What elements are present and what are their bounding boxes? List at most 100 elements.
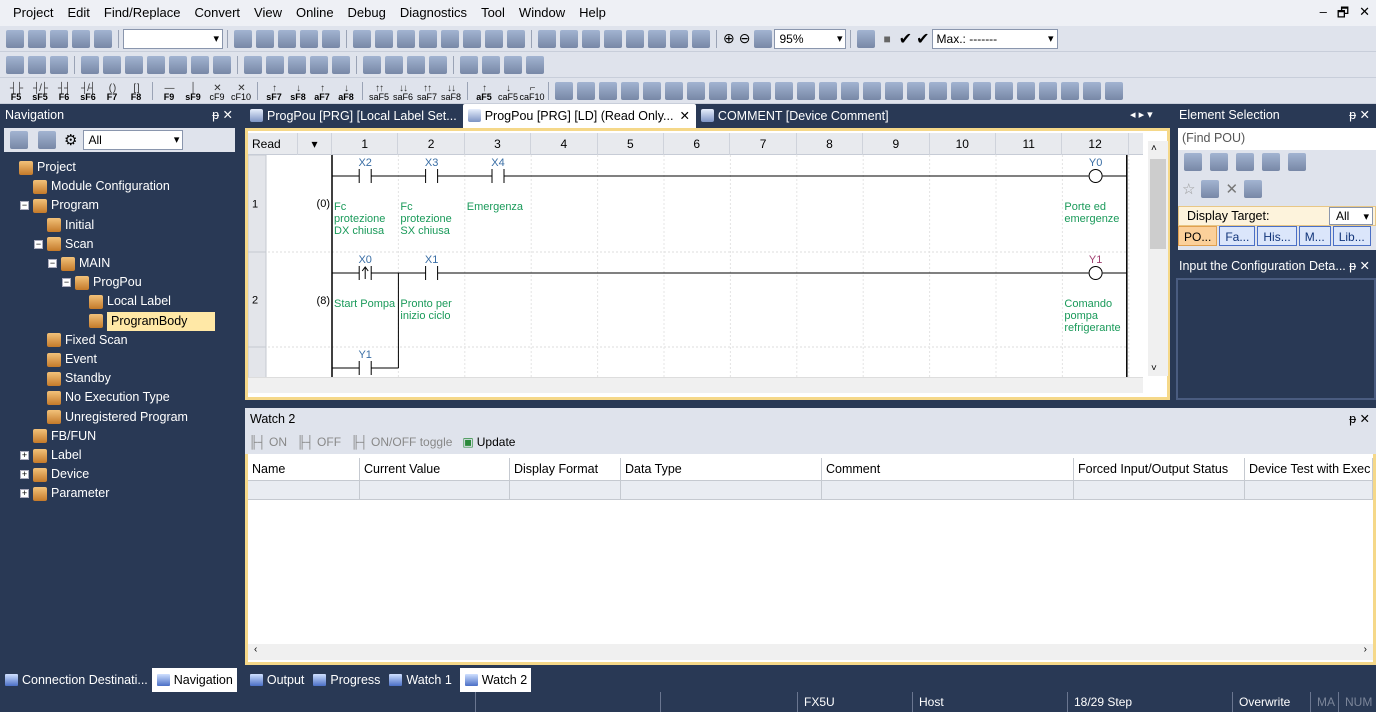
debug-icon[interactable] <box>538 29 556 48</box>
view-icon[interactable] <box>169 55 187 74</box>
element-tab[interactable]: Fa... <box>1219 226 1256 246</box>
ladder-edit-icon[interactable] <box>1061 81 1079 100</box>
ladder-tool-af7[interactable]: ↑ aF7 <box>311 80 333 102</box>
fit-icon[interactable] <box>754 29 773 48</box>
ladder-edit-icon[interactable] <box>1039 81 1057 100</box>
ladder-edit-icon[interactable] <box>709 81 727 100</box>
navigation-filter-select[interactable]: All <box>83 130 184 150</box>
menu-debug[interactable]: Debug <box>341 0 393 26</box>
debug-icon[interactable] <box>560 29 578 48</box>
ladder-tool-saf6[interactable]: ↓↓ saF6 <box>392 80 414 102</box>
ladder-edit-icon[interactable] <box>973 81 991 100</box>
tree-item-programbody[interactable]: ProgramBody <box>76 311 215 331</box>
tree-item-initial[interactable]: Initial <box>34 216 94 235</box>
debug-icon[interactable] <box>626 29 644 48</box>
ladder-tool-saf7[interactable]: ↑↑ saF7 <box>416 80 438 102</box>
menu-view[interactable]: View <box>247 0 289 26</box>
bottom-tab[interactable]: Progress <box>308 668 384 692</box>
ladder-edit-icon[interactable] <box>687 81 705 100</box>
edit-icon[interactable] <box>256 29 274 48</box>
tree-item-program[interactable]: − Program <box>20 196 99 215</box>
find-next-icon[interactable] <box>1210 153 1228 171</box>
online-icon[interactable] <box>353 29 371 48</box>
tree-item-no-execution-type[interactable]: No Execution Type <box>34 388 170 407</box>
device-icon[interactable] <box>385 55 403 74</box>
ladder-edit-icon[interactable] <box>665 81 683 100</box>
ladder-tool-f5[interactable]: ┤├ F5 <box>5 80 27 102</box>
ladder-tool-f8[interactable]: [ ] F8 <box>125 80 147 102</box>
ladder-tool-caf5[interactable]: ↓ caF5 <box>497 80 519 102</box>
watch-off-button[interactable]: ╟┤ OFF <box>297 435 341 449</box>
ladder-edit-icon[interactable] <box>731 81 749 100</box>
element-tab[interactable]: His... <box>1257 226 1297 246</box>
tree-item-unregistered-program[interactable]: Unregistered Program <box>34 408 188 427</box>
row-header[interactable] <box>248 346 267 377</box>
ladder-editor[interactable]: Read ▾ 1 2 3 4 5 6 7 8 9 10 11 12 1 (0) X2 Fc protezione D… <box>245 128 1170 400</box>
horizontal-scrollbar[interactable] <box>248 377 1143 393</box>
online-icon[interactable] <box>463 29 481 48</box>
view-icon[interactable] <box>213 55 231 74</box>
watch-empty-cell[interactable] <box>510 481 621 500</box>
project-icon[interactable] <box>28 55 46 74</box>
watch-column-header[interactable]: Data Type <box>621 458 822 481</box>
watch-column-header[interactable]: Name <box>248 458 360 481</box>
vertical-scrollbar[interactable]: ˄ ˅ <box>1148 141 1168 376</box>
list-icon[interactable] <box>1236 153 1254 171</box>
ladder-tool-sf5[interactable]: ┤/├ sF5 <box>29 80 51 102</box>
online-icon[interactable] <box>507 29 525 48</box>
tree-item-parameter[interactable]: + Parameter <box>20 484 109 503</box>
ladder-edit-icon[interactable] <box>1083 81 1101 100</box>
online-icon[interactable] <box>485 29 503 48</box>
zoom-in-icon[interactable]: ⊕ <box>723 30 735 47</box>
ladder-edit-icon[interactable] <box>819 81 837 100</box>
tree-item-event[interactable]: Event <box>34 350 97 369</box>
ladder-edit-icon[interactable] <box>753 81 771 100</box>
watch-empty-cell[interactable] <box>1245 481 1373 500</box>
ladder-edit-icon[interactable] <box>841 81 859 100</box>
convert-icon[interactable] <box>244 55 262 74</box>
display-target-select[interactable]: All <box>1329 207 1373 225</box>
bottom-tab[interactable]: Watch 2 <box>459 668 532 692</box>
folder-icon[interactable] <box>1201 180 1220 198</box>
file-icon[interactable] <box>94 29 112 48</box>
watch-on-off-toggle-button[interactable]: ╟┤ ON/OFF toggle <box>351 435 452 449</box>
layout-icon[interactable] <box>526 55 544 74</box>
ladder-edit-icon[interactable] <box>907 81 925 100</box>
ladder-edit-icon[interactable] <box>1105 81 1123 100</box>
convert-icon[interactable] <box>288 55 306 74</box>
tree-item-scan[interactable]: − Scan <box>34 235 94 254</box>
device-icon[interactable] <box>363 55 381 74</box>
menu-online[interactable]: Online <box>289 0 341 26</box>
close-button[interactable]: ✕ <box>1359 4 1370 26</box>
ladder-edit-icon[interactable] <box>643 81 661 100</box>
find-icon[interactable] <box>1184 153 1202 171</box>
menu-findreplace[interactable]: Find/Replace <box>97 0 188 26</box>
device-icon[interactable] <box>429 55 447 74</box>
close-tab-icon[interactable]: ✕ <box>679 109 689 123</box>
bottom-tab[interactable]: Watch 1 <box>384 668 455 692</box>
debug-icon[interactable] <box>604 29 622 48</box>
watch-column-header[interactable]: Comment <box>822 458 1074 481</box>
pin-close-icons[interactable]: ᵽ ✕ <box>1349 408 1370 430</box>
ladder-edit-icon[interactable] <box>885 81 903 100</box>
menu-convert[interactable]: Convert <box>187 0 247 26</box>
debug-icon[interactable] <box>692 29 710 48</box>
view-icon[interactable] <box>81 55 99 74</box>
file-icon[interactable] <box>50 29 68 48</box>
watch-on-button[interactable]: ╟┤ ON <box>249 435 287 449</box>
expand-icon[interactable]: + <box>20 489 29 499</box>
watch-table[interactable]: ‹ › Name Current Value Display Format Data T… <box>245 454 1376 665</box>
clear-icon[interactable] <box>1288 153 1306 171</box>
watch-empty-cell[interactable] <box>621 481 822 500</box>
ladder-tool-saf5[interactable]: ↑↑ saF5 <box>368 80 390 102</box>
tree-item-fb-fun[interactable]: FB/FUN <box>20 427 96 446</box>
tree-item-project[interactable]: Project <box>6 158 76 177</box>
watch-column-header[interactable]: Current Value <box>360 458 510 481</box>
ladder-tool-af8[interactable]: ↓ aF8 <box>335 80 357 102</box>
file-icon[interactable] <box>28 29 46 48</box>
ladder-edit-icon[interactable] <box>863 81 881 100</box>
device-icon[interactable] <box>407 55 425 74</box>
ladder-tool-cf10[interactable]: ✕ cF10 <box>230 80 252 102</box>
max-select[interactable]: Max.: ------- <box>931 28 1058 49</box>
tree-item-standby[interactable]: Standby <box>34 369 111 388</box>
